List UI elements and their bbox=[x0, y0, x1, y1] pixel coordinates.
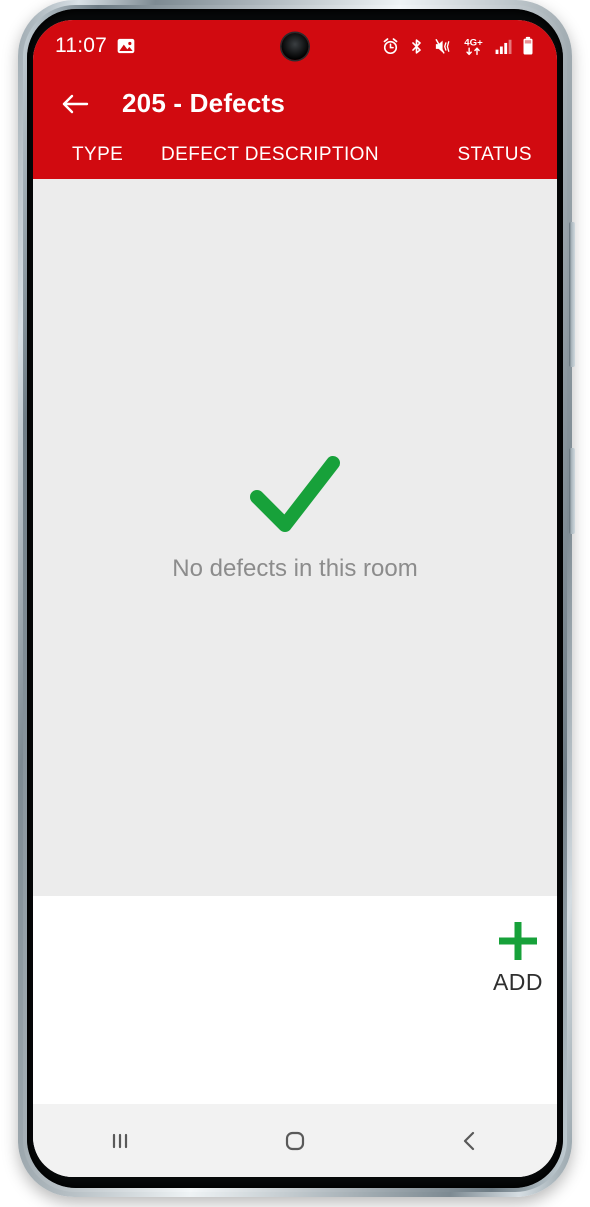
home-button[interactable] bbox=[208, 1104, 383, 1177]
status-bar-left: 11:07 bbox=[55, 34, 136, 58]
defects-list-content: No defects in this room bbox=[33, 179, 557, 896]
network-4g-plus-icon: 4G+ bbox=[461, 36, 486, 57]
add-defect-button[interactable]: ADD bbox=[462, 918, 557, 996]
image-icon bbox=[116, 36, 136, 56]
vibrate-mute-icon bbox=[433, 37, 453, 56]
empty-state-message: No defects in this room bbox=[172, 555, 418, 582]
status-bar-right: 4G+ bbox=[381, 36, 535, 57]
signal-bars-icon bbox=[494, 37, 513, 56]
plus-icon bbox=[462, 918, 557, 964]
back-arrow-icon[interactable] bbox=[55, 84, 95, 124]
table-column-headers: TYPE DEFECT DESCRIPTION STATUS bbox=[33, 135, 557, 179]
alarm-icon bbox=[381, 37, 400, 56]
add-defect-label: ADD bbox=[492, 969, 544, 995]
back-button[interactable] bbox=[382, 1104, 557, 1177]
svg-text:4G+: 4G+ bbox=[464, 37, 483, 48]
status-bar-clock: 11:07 bbox=[55, 34, 107, 57]
empty-state: No defects in this room bbox=[33, 451, 557, 583]
app-bar: 205 - Defects bbox=[33, 72, 557, 135]
status-bar: 11:07 4G+ bbox=[33, 20, 557, 72]
power-button[interactable] bbox=[569, 448, 575, 534]
page-title: 205 - Defects bbox=[122, 88, 286, 118]
volume-button[interactable] bbox=[569, 222, 575, 367]
check-icon bbox=[33, 451, 557, 537]
front-camera-cutout bbox=[281, 33, 309, 60]
bluetooth-icon bbox=[408, 37, 425, 56]
recents-button[interactable] bbox=[33, 1104, 208, 1177]
footer-action-bar: ADD bbox=[33, 896, 557, 1104]
column-header-status: STATUS bbox=[457, 144, 532, 165]
phone-device-frame: 11:07 4G+ 205 - Defects TYPE DEFECT DESC… bbox=[18, 0, 575, 1197]
android-navigation-bar bbox=[33, 1104, 557, 1177]
battery-icon bbox=[521, 36, 535, 56]
column-header-description: DEFECT DESCRIPTION bbox=[161, 144, 379, 165]
phone-screen: 11:07 4G+ 205 - Defects TYPE DEFECT DESC… bbox=[33, 20, 557, 1177]
column-header-type: TYPE bbox=[72, 144, 124, 165]
